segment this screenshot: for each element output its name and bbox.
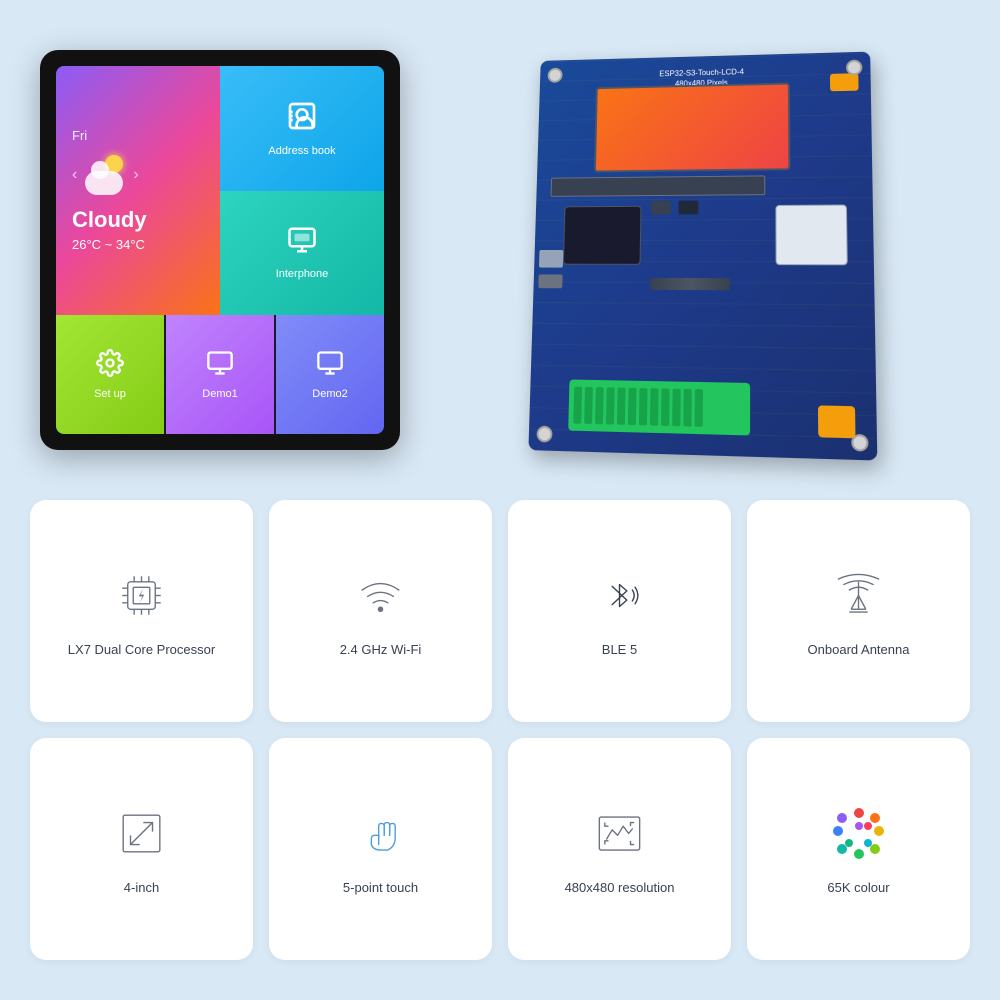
bottom-row: Set up Demo1 xyxy=(56,315,384,434)
interphone-cell[interactable]: Interphone xyxy=(220,191,384,314)
bluetooth-icon xyxy=(590,566,650,626)
feature-card-antenna: Onboard Antenna xyxy=(747,500,970,722)
right-arrow-icon[interactable]: › xyxy=(133,166,138,184)
features-grid: LX7 Dual Core Processor 2.4 GHz Wi-Fi BL… xyxy=(0,480,1000,980)
pcb-screen-area xyxy=(594,83,790,173)
colorwheel-icon xyxy=(829,804,889,864)
pcb-screw-br xyxy=(851,434,868,452)
pcb-power-conn xyxy=(818,405,856,438)
antenna-label: Onboard Antenna xyxy=(808,642,910,657)
weather-name: Cloudy xyxy=(72,207,147,233)
left-arrow-icon[interactable]: ‹ xyxy=(72,166,77,184)
address-book-icon xyxy=(286,100,318,139)
demo1-cell[interactable]: Demo1 xyxy=(166,315,274,434)
resolution-label: 480x480 resolution xyxy=(565,880,675,895)
lcd-screen: Fri ‹ › Cloudy 26°C ~ 34°C xyxy=(56,66,384,434)
pcb-cap1 xyxy=(651,201,671,215)
touch-label: 5-point touch xyxy=(343,880,418,895)
wifi-label: 2.4 GHz Wi-Fi xyxy=(340,642,422,657)
pcb-wifi-module xyxy=(775,205,847,266)
pcb-connector xyxy=(830,73,859,91)
setup-icon xyxy=(96,349,124,382)
pcb-main-chip xyxy=(563,206,642,265)
demo1-icon xyxy=(206,349,234,382)
resolution-icon xyxy=(590,804,650,864)
setup-cell[interactable]: Set up xyxy=(56,315,164,434)
hand-icon xyxy=(351,804,411,864)
feature-card-colour: 65K colour xyxy=(747,738,970,960)
feature-card-resolution: 480x480 resolution xyxy=(508,738,731,960)
setup-label: Set up xyxy=(94,388,126,400)
pcb-container: ESP32-S3-Touch-LCD-4 480x480 Pixels xyxy=(440,50,960,450)
demo2-cell[interactable]: Demo2 xyxy=(276,315,384,434)
pcb-board: ESP32-S3-Touch-LCD-4 480x480 Pixels xyxy=(528,52,877,461)
weather-day: Fri xyxy=(72,128,87,143)
top-section: Fri ‹ › Cloudy 26°C ~ 34°C xyxy=(0,0,1000,480)
feature-card-touch: 5-point touch xyxy=(269,738,492,960)
address-book-cell[interactable]: Address book xyxy=(220,66,384,191)
interphone-label: Interphone xyxy=(276,268,329,280)
processor-label: LX7 Dual Core Processor xyxy=(68,642,215,657)
address-book-label: Address book xyxy=(268,145,335,157)
pcb-resistors xyxy=(650,278,730,290)
weather-icon xyxy=(85,155,125,195)
weather-cell: Fri ‹ › Cloudy 26°C ~ 34°C xyxy=(56,66,220,315)
pcb-cap2 xyxy=(679,201,699,215)
ble-label: BLE 5 xyxy=(602,642,637,657)
antenna-icon xyxy=(829,566,889,626)
interphone-icon xyxy=(287,225,317,262)
demo1-label: Demo1 xyxy=(202,388,237,400)
demo2-icon xyxy=(316,349,344,382)
feature-card-processor: LX7 Dual Core Processor xyxy=(30,500,253,722)
demo2-label: Demo2 xyxy=(312,388,347,400)
feature-card-wifi: 2.4 GHz Wi-Fi xyxy=(269,500,492,722)
lcd-container: Fri ‹ › Cloudy 26°C ~ 34°C xyxy=(40,50,400,450)
pcb-terminal-block xyxy=(568,379,750,435)
pcb-usb-port xyxy=(539,250,563,268)
pcb-ffc xyxy=(551,175,766,196)
colour-label: 65K colour xyxy=(827,880,889,895)
pcb-sd-slot xyxy=(538,274,562,288)
wifi-icon xyxy=(351,566,411,626)
weather-temp: 26°C ~ 34°C xyxy=(72,237,145,252)
cpu-icon xyxy=(112,566,172,626)
size-label: 4-inch xyxy=(124,880,159,895)
feature-card-size: 4-inch xyxy=(30,738,253,960)
feature-card-ble: BLE 5 xyxy=(508,500,731,722)
resize-icon xyxy=(112,804,172,864)
